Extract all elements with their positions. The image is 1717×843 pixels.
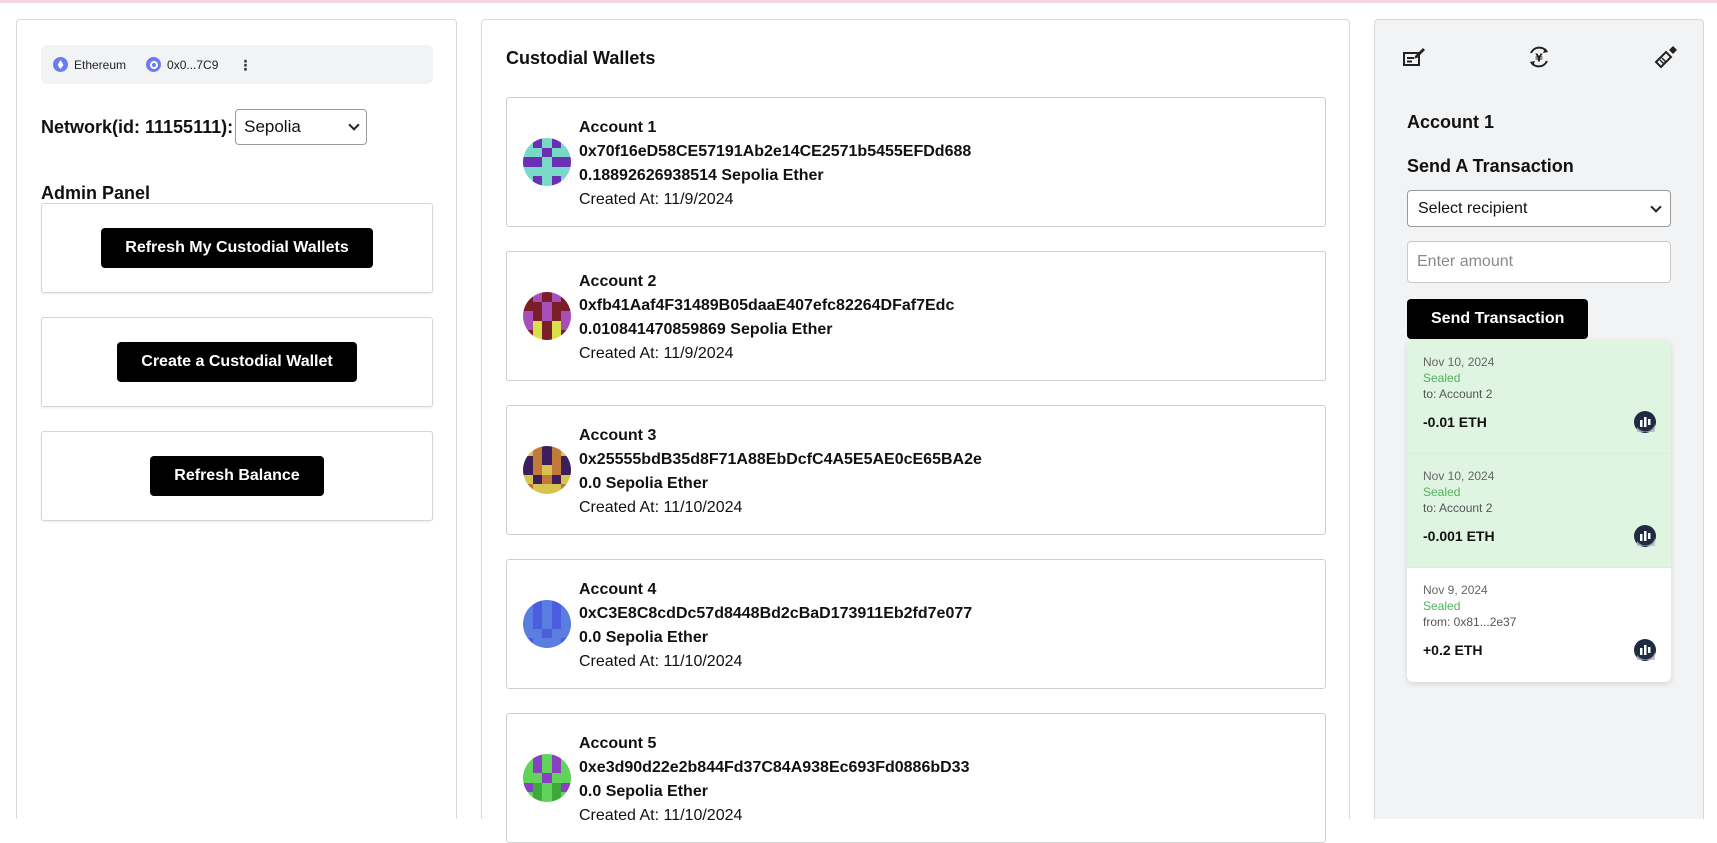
transaction-panel: ¥ Account 1 Send A Transaction Select re… bbox=[1374, 19, 1704, 819]
wallet-balance: 0.0 Sepolia Ether bbox=[579, 783, 708, 800]
wallet-card[interactable]: Account 3 0x25555bdB35d8F71A88EbDcfC4A5E… bbox=[506, 405, 1326, 535]
wallet-card[interactable]: Account 4 0xC3E8C8cdDc57d8448Bd2cBaD1739… bbox=[506, 559, 1326, 689]
wallet-name: Account 4 bbox=[579, 581, 657, 598]
send-transaction-button[interactable]: Send Transaction bbox=[1407, 299, 1589, 339]
wallet-balance: 0.010841470859869 Sepolia Ether bbox=[579, 321, 833, 338]
active-account-title: Account 1 bbox=[1407, 112, 1495, 132]
wallet-card[interactable]: Account 5 0xe3d90d22e2b844Fd37C84A938Ec6… bbox=[506, 713, 1326, 843]
transaction-history-list: Nov 10, 2024 Sealed to: Account 2 -0.01 … bbox=[1407, 340, 1671, 682]
custodial-wallets-panel: Custodial Wallets Account 1 0x70f16eD58C… bbox=[481, 19, 1350, 843]
wallet-card[interactable]: Account 2 0xfb41Aaf4F31489B05daaE407efc8… bbox=[506, 251, 1326, 381]
chain-logo-icon[interactable] bbox=[1633, 638, 1657, 662]
recipient-placeholder: Select recipient bbox=[1418, 199, 1528, 217]
wallet-card[interactable]: Account 1 0x70f16eD58CE57191Ab2e14CE2571… bbox=[506, 97, 1326, 227]
tx-counterparty: to: Account 2 bbox=[1423, 501, 1493, 515]
account-selector[interactable]: 0x0...7C9 bbox=[146, 57, 218, 72]
wallet-created: Created At: 11/10/2024 bbox=[579, 807, 743, 824]
tx-date: Nov 9, 2024 bbox=[1423, 583, 1488, 597]
chain-logo-icon[interactable] bbox=[1633, 524, 1657, 548]
tx-status: Sealed bbox=[1423, 485, 1461, 499]
avatar bbox=[523, 292, 571, 340]
refresh-wallets-button[interactable]: Refresh My Custodial Wallets bbox=[101, 228, 373, 268]
wallet-created: Created At: 11/9/2024 bbox=[579, 345, 734, 362]
tx-status: Sealed bbox=[1423, 371, 1461, 385]
chain-logo-icon[interactable] bbox=[1633, 410, 1657, 434]
tx-amount: -0.01 ETH bbox=[1423, 414, 1487, 430]
top-accent-line bbox=[0, 0, 1717, 3]
admin-panel-title: Admin Panel bbox=[41, 183, 151, 203]
send-transaction-title: Send A Transaction bbox=[1407, 156, 1574, 176]
wallet-name: Account 3 bbox=[579, 427, 657, 444]
wallet-address: 0xe3d90d22e2b844Fd37C84A938Ec693Fd0886bD… bbox=[579, 759, 970, 776]
avatar bbox=[523, 600, 571, 648]
wallet-name: Account 5 bbox=[579, 735, 657, 752]
chain-name: Ethereum bbox=[74, 57, 127, 72]
tx-amount: +0.2 ETH bbox=[1423, 642, 1483, 658]
tx-date: Nov 10, 2024 bbox=[1423, 355, 1495, 369]
wallet-connect-bar[interactable]: Ethereum 0x0...7C9 ⋮ bbox=[41, 45, 433, 84]
currency-exchange-icon[interactable]: ¥ bbox=[1526, 44, 1552, 70]
wallet-address: 0x25555bdB35d8F71A88EbDcfC4A5E5AE0cE65BA… bbox=[579, 451, 982, 468]
tx-counterparty: from: 0x81...2e37 bbox=[1423, 615, 1517, 629]
network-selected-value: Sepolia bbox=[244, 117, 301, 136]
wallet-address: 0xfb41Aaf4F31489B05daaE407efc82264DFaf7E… bbox=[579, 297, 955, 314]
tx-date: Nov 10, 2024 bbox=[1423, 469, 1495, 483]
sign-message-icon[interactable] bbox=[1401, 44, 1427, 70]
tx-status: Sealed bbox=[1423, 599, 1461, 613]
avatar bbox=[523, 754, 571, 802]
more-options-icon[interactable]: ⋮ bbox=[238, 58, 252, 72]
svg-text:¥: ¥ bbox=[1535, 52, 1543, 65]
custodial-wallets-title: Custodial Wallets bbox=[506, 48, 656, 68]
create-wallet-button[interactable]: Create a Custodial Wallet bbox=[117, 342, 357, 382]
token-sign-icon[interactable] bbox=[1653, 44, 1679, 70]
wallet-icon bbox=[146, 57, 162, 72]
list-item[interactable]: Nov 10, 2024 Sealed to: Account 2 -0.001… bbox=[1407, 454, 1671, 568]
wallet-balance: 0.0 Sepolia Ether bbox=[579, 475, 708, 492]
chevron-down-icon bbox=[1650, 200, 1662, 213]
wallet-name: Account 2 bbox=[579, 273, 657, 290]
avatar bbox=[523, 138, 571, 186]
create-wallet-card: Create a Custodial Wallet bbox=[41, 317, 433, 407]
tx-counterparty: to: Account 2 bbox=[1423, 387, 1493, 401]
network-label: Network(id: 11155111): bbox=[41, 116, 234, 137]
avatar bbox=[523, 446, 571, 494]
wallet-address: 0xC3E8C8cdDc57d8448Bd2cBaD173911Eb2fd7e0… bbox=[579, 605, 973, 622]
chain-selector[interactable]: Ethereum bbox=[53, 57, 126, 72]
wallet-address: 0x70f16eD58CE57191Ab2e14CE2571b5455EFDd6… bbox=[579, 143, 972, 160]
refresh-balance-card: Refresh Balance bbox=[41, 431, 433, 521]
wallet-created: Created At: 11/10/2024 bbox=[579, 499, 743, 516]
wallet-balance: 0.0 Sepolia Ether bbox=[579, 629, 708, 646]
amount-input[interactable] bbox=[1407, 241, 1671, 283]
wallet-balance: 0.18892626938514 Sepolia Ether bbox=[579, 167, 824, 184]
wallet-created: Created At: 11/9/2024 bbox=[579, 191, 734, 208]
list-item[interactable]: Nov 10, 2024 Sealed to: Account 2 -0.01 … bbox=[1407, 340, 1671, 454]
account-address: 0x0...7C9 bbox=[167, 57, 219, 72]
network-row: Network(id: 11155111): Sepolia bbox=[41, 109, 368, 145]
network-select[interactable]: Sepolia bbox=[235, 109, 368, 145]
chevron-down-icon bbox=[348, 119, 360, 131]
left-panel: Ethereum 0x0...7C9 ⋮ Network(id: 1115511… bbox=[16, 19, 457, 819]
refresh-balance-button[interactable]: Refresh Balance bbox=[150, 456, 324, 496]
list-item[interactable]: Nov 9, 2024 Sealed from: 0x81...2e37 +0.… bbox=[1407, 568, 1671, 682]
ethereum-icon bbox=[53, 57, 68, 72]
wallet-created: Created At: 11/10/2024 bbox=[579, 653, 743, 670]
wallet-name: Account 1 bbox=[579, 119, 657, 136]
refresh-wallets-card: Refresh My Custodial Wallets bbox=[41, 203, 433, 293]
recipient-select[interactable]: Select recipient bbox=[1407, 190, 1671, 227]
tx-amount: -0.001 ETH bbox=[1423, 528, 1495, 544]
